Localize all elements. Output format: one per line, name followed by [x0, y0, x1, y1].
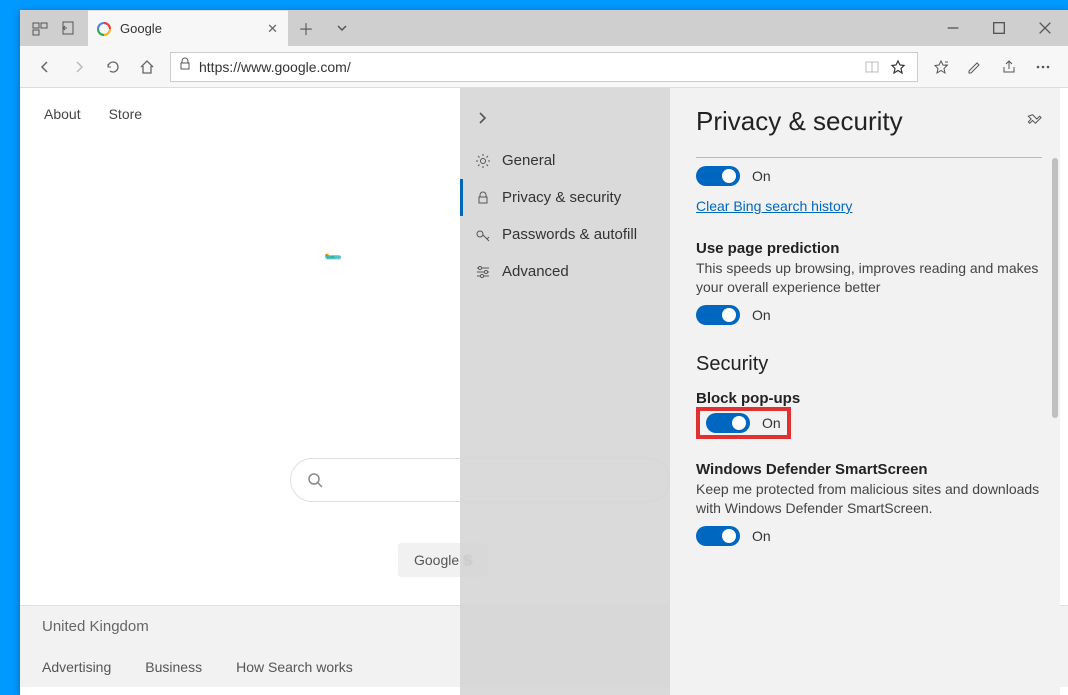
settings-panel: Privacy & security On Clear Bing search … — [670, 88, 1060, 695]
lock-icon — [177, 56, 193, 77]
address-bar: https://www.google.com/ — [20, 46, 1068, 88]
page-prediction-toggle[interactable] — [696, 305, 740, 325]
window-controls — [930, 10, 1068, 46]
set-aside-tabs-icon[interactable] — [54, 14, 82, 42]
sidebar-item-general[interactable]: General — [460, 142, 670, 179]
share-icon[interactable] — [992, 59, 1026, 75]
toggle-label: On — [752, 168, 771, 184]
close-tab-icon[interactable]: ✕ — [267, 21, 278, 37]
search-history-toggle-row: On — [696, 166, 1042, 186]
pin-icon[interactable] — [1026, 111, 1042, 132]
google-about-link[interactable]: About — [44, 106, 81, 122]
sliders-icon — [474, 264, 492, 280]
browser-window: Google ✕ ＋ https://www.google.com/ — [20, 10, 1068, 695]
smartscreen-desc: Keep me protected from malicious sites a… — [696, 480, 1042, 518]
search-history-toggle[interactable] — [696, 166, 740, 186]
new-tab-button[interactable]: ＋ — [288, 10, 324, 46]
smartscreen-toggle[interactable] — [696, 526, 740, 546]
sidebar-item-advanced[interactable]: Advanced — [460, 253, 670, 290]
block-popups-toggle[interactable] — [706, 413, 750, 433]
toggle-label: On — [762, 415, 781, 431]
settings-sidebar: General Privacy & security Passwords & a… — [460, 88, 670, 695]
search-icon — [307, 472, 323, 488]
home-button[interactable] — [130, 50, 164, 84]
url-field[interactable]: https://www.google.com/ — [170, 52, 918, 82]
google-top-nav: About Store — [44, 106, 142, 122]
favorite-star-icon[interactable] — [885, 59, 911, 75]
sidebar-item-label: Privacy & security — [502, 189, 621, 206]
footer-how-search-link[interactable]: How Search works — [236, 659, 353, 675]
lock-icon — [474, 190, 492, 206]
svg-text:GOO: GOO — [327, 255, 335, 259]
sidebar-item-passwords-autofill[interactable]: Passwords & autofill — [460, 216, 670, 253]
toggle-label: On — [752, 528, 771, 544]
clear-bing-history-link[interactable]: Clear Bing search history — [696, 198, 852, 214]
more-menu-icon[interactable] — [1026, 59, 1060, 75]
panel-title: Privacy & security — [696, 106, 1026, 137]
maximize-button[interactable] — [976, 10, 1022, 46]
refresh-button[interactable] — [96, 50, 130, 84]
tab-title: Google — [120, 21, 162, 36]
reading-view-icon[interactable] — [859, 59, 885, 75]
notes-icon[interactable] — [958, 59, 992, 75]
forward-button[interactable] — [62, 50, 96, 84]
block-popups-title: Block pop-ups — [696, 390, 1042, 407]
google-favicon-icon — [96, 21, 112, 37]
footer-advertising-link[interactable]: Advertising — [42, 659, 111, 675]
url-text: https://www.google.com/ — [199, 59, 859, 75]
google-store-link[interactable]: Store — [109, 106, 142, 122]
title-bar: Google ✕ ＋ — [20, 10, 1068, 46]
close-window-button[interactable] — [1022, 10, 1068, 46]
key-icon — [474, 227, 492, 243]
tab-menu-icon[interactable] — [324, 10, 360, 46]
smartscreen-title: Windows Defender SmartScreen — [696, 461, 1042, 478]
page-content: About Store GOO Google S United Kingdom … — [20, 88, 1068, 695]
footer-business-link[interactable]: Business — [145, 659, 202, 675]
gear-icon — [474, 153, 492, 169]
tab-thumbnails-icon[interactable] — [26, 14, 54, 42]
settings-back-button[interactable] — [460, 106, 670, 142]
security-section-heading: Security — [696, 353, 1042, 376]
back-button[interactable] — [28, 50, 62, 84]
smartscreen-toggle-row: On — [696, 526, 1042, 546]
page-prediction-toggle-row: On — [696, 305, 1042, 325]
sidebar-item-label: General — [502, 152, 555, 169]
tab-actions — [20, 10, 88, 46]
page-prediction-desc: This speeds up browsing, improves readin… — [696, 259, 1042, 297]
sidebar-item-label: Advanced — [502, 263, 569, 280]
sidebar-item-label: Passwords & autofill — [502, 226, 637, 243]
favorites-hub-icon[interactable] — [924, 59, 958, 75]
block-popups-highlight: On — [696, 407, 791, 439]
toggle-label: On — [752, 307, 771, 323]
chevron-right-icon — [474, 110, 490, 126]
minimize-button[interactable] — [930, 10, 976, 46]
panel-scrollbar[interactable] — [1050, 88, 1058, 695]
active-tab[interactable]: Google ✕ — [88, 10, 288, 46]
page-prediction-title: Use page prediction — [696, 240, 1042, 257]
sidebar-item-privacy-security[interactable]: Privacy & security — [460, 179, 670, 216]
